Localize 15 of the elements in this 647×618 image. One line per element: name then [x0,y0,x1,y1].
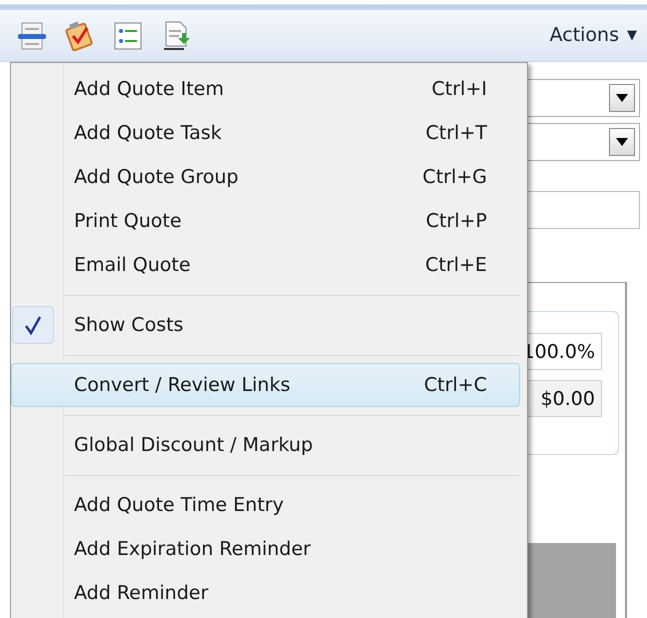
menu-item[interactable]: Add Quote Task Ctrl+T [11,111,520,155]
menu-item[interactable]: Global Discount / Markup [11,423,520,467]
menu-item[interactable]: Add Reminder [11,571,520,615]
menu-item[interactable]: Email Quote Ctrl+E [11,243,520,287]
caret-icon [616,94,628,102]
menu-item[interactable]: Add Quote Time Entry [11,483,520,527]
caret-icon [616,138,628,146]
menu-item[interactable]: Add Quote Item Ctrl+I [11,67,520,111]
menu-item[interactable]: Add Quote Group Ctrl+G [11,155,520,199]
actions-button[interactable]: Actions ▼ [550,21,637,50]
list-icon[interactable] [112,20,144,52]
menu-item[interactable]: Print Quote Ctrl+P [11,199,520,243]
menu-item[interactable]: Convert / Review Links Ctrl+C [11,363,520,407]
menu-item[interactable]: Add Expiration Reminder [11,527,520,571]
print-icon[interactable] [16,20,48,52]
